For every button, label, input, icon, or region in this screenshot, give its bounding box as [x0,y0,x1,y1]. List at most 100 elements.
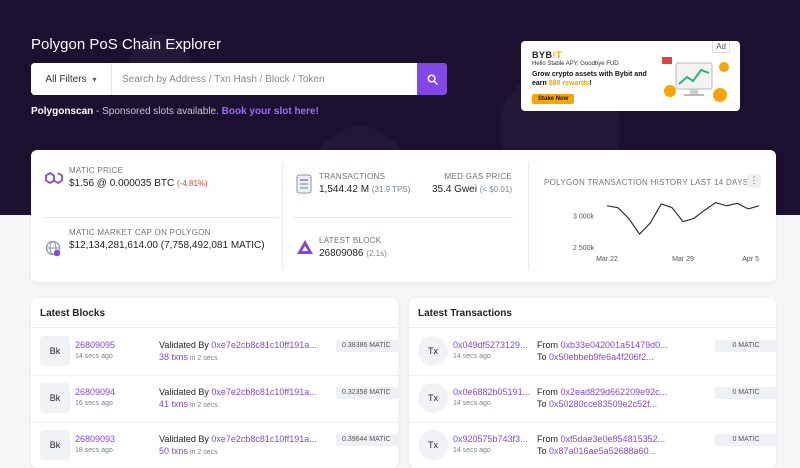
chevron-down-icon: ▾ [92,74,97,84]
block-row: Bk 26809093 18 secs ago Validated By 0xe… [31,422,398,468]
page-title: Polygon PoS Chain Explorer [31,36,222,53]
stats-card: MATIC PRICE $1.56 @ 0.000035 BTC (-4.81%… [31,150,776,282]
tx-badge: Tx [418,383,448,413]
y-tick-label: 3 000k [573,213,595,220]
latest-block-block: LATEST BLOCK 26809086 (2.1s) [319,236,387,261]
transaction-row: Tx 0x920575b743f3... 14 secs ago From 0x… [409,422,776,468]
block-age: 14 secs ago [75,353,113,360]
tx-to-line: To 0x87a016ae5a52688a60... [537,446,657,456]
txns-line: 41 txns in 2 secs [159,399,218,409]
latest-blocks-title: Latest Blocks [31,298,398,328]
tx-age: 14 secs ago [453,447,491,454]
tx-to-link[interactable]: 0x87a016ae5a52688a60... [549,446,656,456]
validator-link[interactable]: 0xe7e2cb8c81c10ff191a... [211,434,316,444]
block-reward-badge: 0.38386 MATIC [336,340,398,352]
tx-age: 14 secs ago [453,400,491,407]
divider [282,162,283,270]
latest-block-label: LATEST BLOCK [319,236,382,245]
divider [43,217,279,218]
chart-menu-button[interactable]: ⋮ [747,174,761,188]
ad-illustration-icon [662,57,729,102]
block-row: Bk 26809095 14 secs ago Validated By 0xe… [31,328,398,376]
validator-link[interactable]: 0xe7e2cb8c81c10ff191a... [211,340,316,350]
block-number-link[interactable]: 26809093 [75,434,115,444]
tx-hash-link[interactable]: 0x049df5273129... [453,340,528,350]
block-badge: Bk [40,383,70,413]
ad-headline: Grow crypto assets with Bybit and earn $… [532,71,647,87]
book-slot-link[interactable]: Book your slot here! [222,106,319,117]
transactions-block: TRANSACTIONS 1,544.42 M (31.9 TPS) [319,172,410,197]
block-reward-badge: 0.39644 MATIC [336,434,398,446]
filter-dropdown[interactable]: All Filters ▾ [31,63,112,95]
ad-brand-logo: BYB!T [532,50,563,60]
block-txns-link[interactable]: 38 txns [159,352,188,362]
transaction-row: Tx 0x0e6882b05191... 14 secs ago From 0x… [409,375,776,423]
matic-price-value: $1.56 @ 0.000035 BTC (-4.81%) [69,178,208,189]
tx-from-link[interactable]: 0xf5dae3e0e854815352... [561,434,666,444]
transactions-value: 1,544.42 M (31.9 TPS) [319,184,411,195]
gas-price-block: MED GAS PRICE 35.4 Gwei (< $0.01) [432,172,512,197]
ad-tagline: Hello Stable APY, Goodbye FUD [532,61,619,67]
transaction-row: Tx 0x049df5273129... 14 secs ago From 0x… [409,328,776,376]
block-txns-link[interactable]: 41 txns [159,399,188,409]
filter-label: All Filters [45,73,87,85]
market-cap-block: MATIC MARKET CAP ON POLYGON $12,134,281,… [69,228,269,253]
series-line [606,202,760,235]
txns-line: 38 txns in 2 secs [159,352,218,362]
tx-hash-link[interactable]: 0x920575b743f3... [453,434,528,444]
block-txns-link[interactable]: 50 txns [159,446,188,456]
chart-title: POLYGON TRANSACTION HISTORY LAST 14 DAYS [544,178,749,187]
tx-badge: Tx [418,430,448,460]
gas-price-label: MED GAS PRICE [444,172,512,181]
tx-to-line: To 0x50ebbeb9fe6a4f206f2... [537,352,654,362]
latest-blocks-card: Latest Blocks Bk 26809095 14 secs ago Va… [31,298,398,468]
block-number-link[interactable]: 26809094 [75,387,115,397]
latest-transactions-card: Latest Transactions Tx 0x049df5273129...… [409,298,776,468]
x-tick-label: Mar 29 [672,256,694,263]
market-cap-label: MATIC MARKET CAP ON POLYGON [69,228,211,237]
tx-badge: Tx [418,336,448,366]
market-cap-value: $12,134,281,614.00 (7,758,492,081 MATIC) [69,240,265,251]
server-icon [296,174,312,194]
tx-age: 14 secs ago [453,353,491,360]
tx-from-link[interactable]: 0x2ead829d662209e92c... [561,387,668,397]
divider [293,217,513,218]
ad-label: Ad [712,41,730,53]
x-tick-label: Mar 22 [596,256,618,263]
ad-banner[interactable]: BYB!T Hello Stable APY, Goodbye FUD Grow… [521,41,740,111]
tx-from-line: From 0xb33e042001a51479d0... [537,340,668,350]
ad-cta-button[interactable]: Stake Now [532,94,575,104]
validator-line: Validated By 0xe7e2cb8c81c10ff191a... [159,387,317,397]
divider [528,162,529,270]
polygon-logo-icon [45,172,63,184]
block-badge: Bk [40,336,70,366]
sponsor-notice: Polygonscan - Sponsored slots available.… [31,106,319,117]
search-input[interactable] [112,63,417,95]
tx-from-link[interactable]: 0xb33e042001a51479d0... [561,340,668,350]
tx-hash-link[interactable]: 0x0e6882b05191... [453,387,530,397]
sponsor-brand: Polygonscan [31,106,94,117]
transactions-label: TRANSACTIONS [319,172,386,181]
block-reward-badge: 0.32358 MATIC [336,387,398,399]
search-button[interactable] [417,63,447,95]
matic-price-label: MATIC PRICE [69,166,124,175]
matic-price-block: MATIC PRICE $1.56 @ 0.000035 BTC (-4.81%… [69,166,208,191]
validator-link[interactable]: 0xe7e2cb8c81c10ff191a... [211,387,316,397]
tx-to-line: To 0x50280cce83509e2c52f... [537,399,658,409]
search-icon [427,74,438,85]
sponsor-text: - Sponsored slots available. [93,106,222,117]
tx-amount-badge: 0 MATIC [715,340,776,352]
gas-price-value: 35.4 Gwei (< $0.01) [431,184,512,195]
x-tick-label: Apr 5 [742,256,759,263]
latest-block-value: 26809086 (2.1s) [319,248,387,259]
tx-to-link[interactable]: 0x50280cce83509e2c52f... [549,399,657,409]
tx-from-line: From 0xf5dae3e0e854815352... [537,434,666,444]
validator-line: Validated By 0xe7e2cb8c81c10ff191a... [159,434,317,444]
block-number-link[interactable]: 26809095 [75,340,115,350]
tx-to-link[interactable]: 0x50ebbeb9fe6a4f206f2... [549,352,654,362]
tx-amount-badge: 0 MATIC [715,434,776,446]
block-badge: Bk [40,430,70,460]
validator-line: Validated By 0xe7e2cb8c81c10ff191a... [159,340,317,350]
y-tick-label: 2 500k [573,245,595,252]
block-age: 18 secs ago [75,447,113,454]
